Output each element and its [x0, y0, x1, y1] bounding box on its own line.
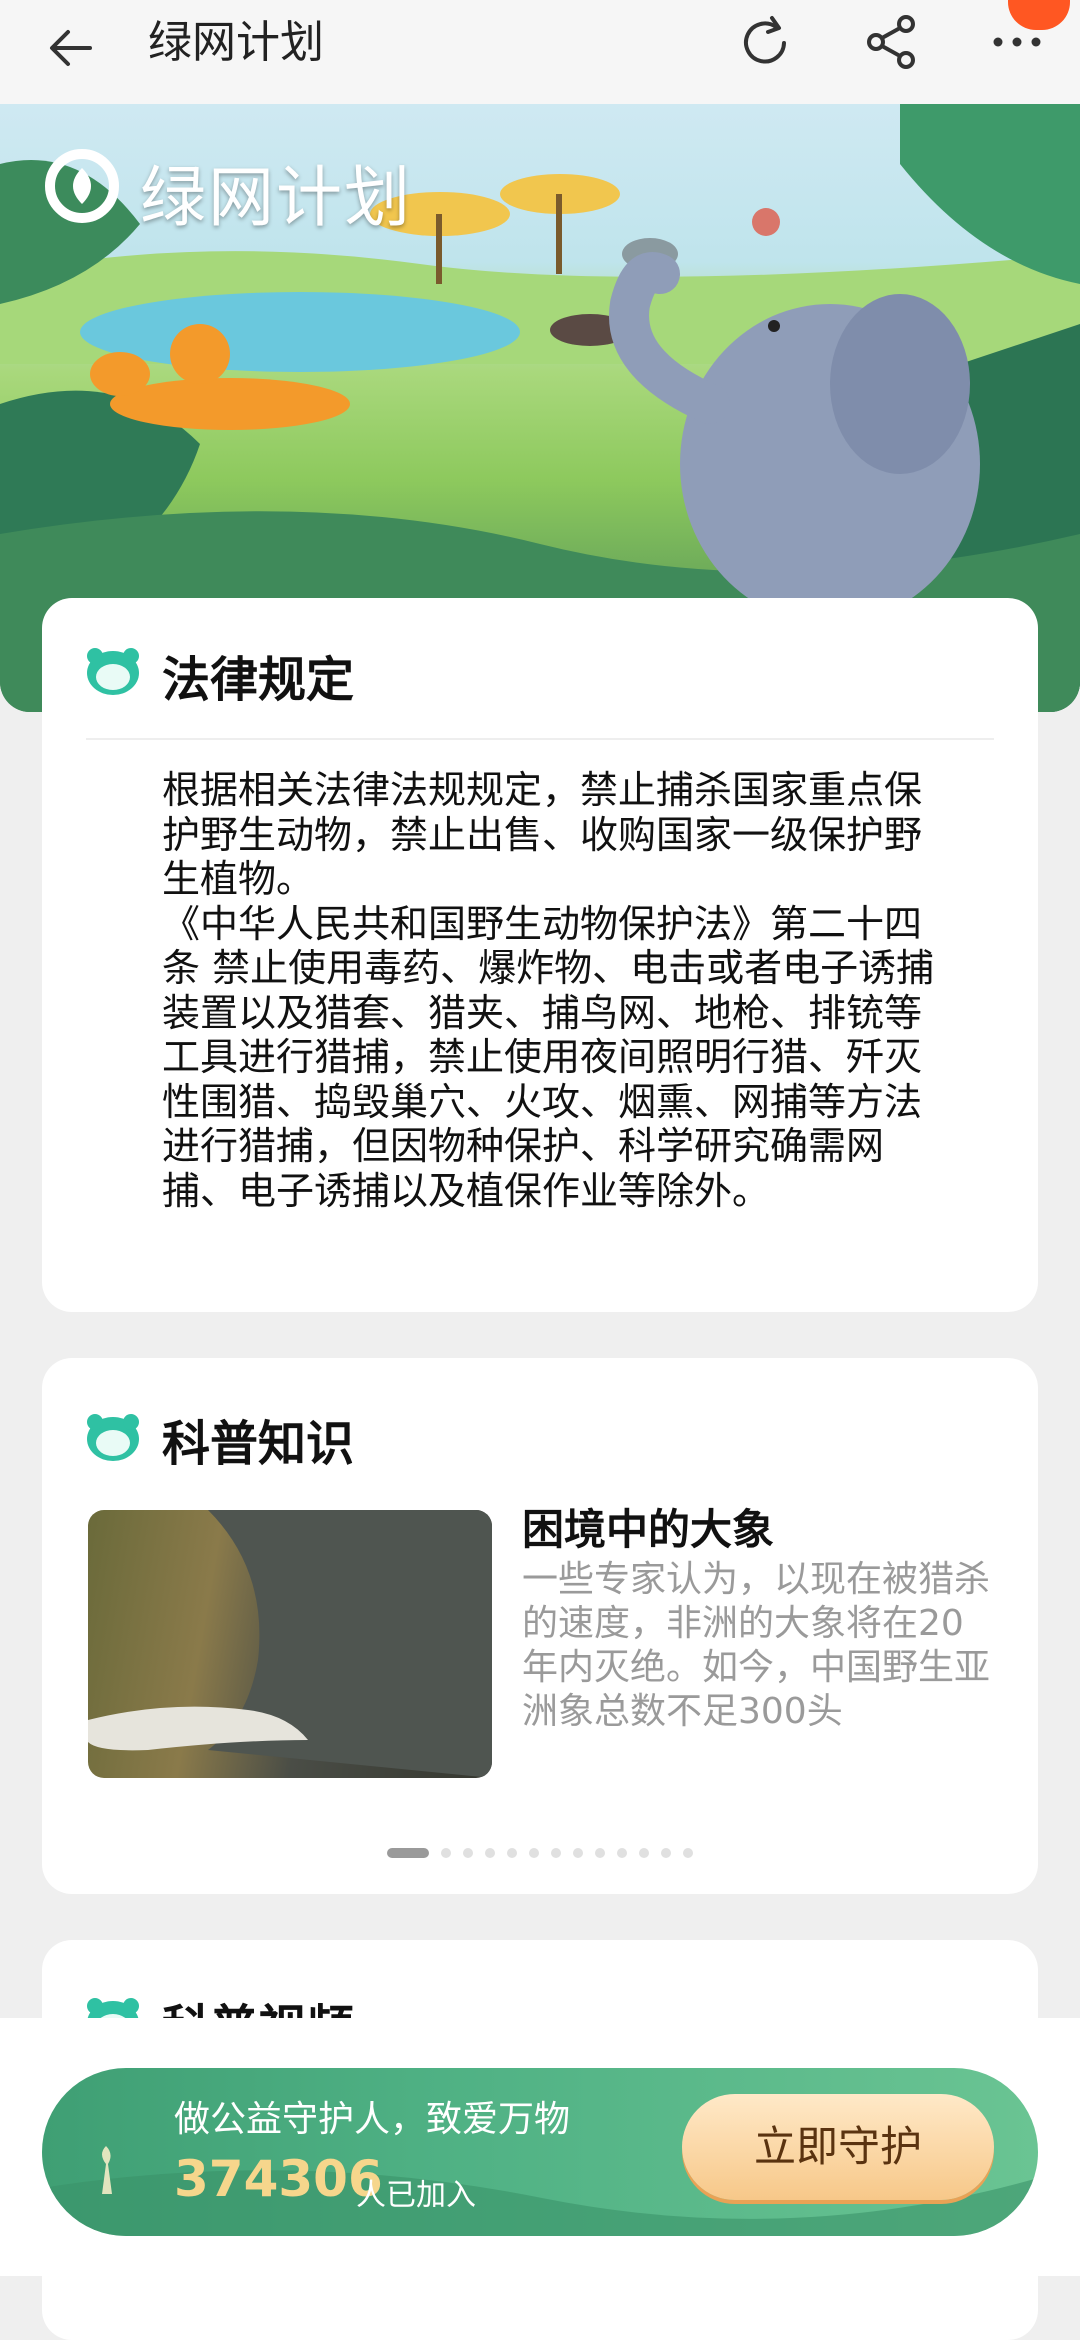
carousel-dot[interactable] [683, 1847, 693, 1858]
science-item-description: 一些专家认为，以现在被猎杀的速度，非洲的大象将在20年内灭绝。如今，中国野生亚洲… [522, 1559, 991, 1732]
panda-section-icon [87, 648, 139, 695]
science-item-title[interactable]: 困境中的大象 [522, 1496, 774, 1557]
carousel-dot[interactable] [441, 1847, 451, 1858]
refresh-icon[interactable] [732, 10, 798, 76]
back-arrow-icon[interactable] [44, 20, 100, 76]
law-section-title: 法律规定 [162, 652, 355, 708]
join-banner: 做公益守护人，致爱万物 374306 人已加入 立即守护 [42, 2068, 1038, 2236]
panda-section-icon [87, 1414, 139, 1461]
share-icon[interactable] [862, 12, 922, 72]
carousel-dot[interactable] [387, 1847, 429, 1858]
carousel-dot[interactable] [573, 1847, 583, 1858]
elephant-tusk-image [88, 1510, 492, 1778]
carousel-dot[interactable] [639, 1847, 649, 1858]
science-card: 科普知识 困境中的大象 一些专家认为，以现在被猎杀的速度，非洲的大象将在20年内… [42, 1358, 1038, 1894]
participant-count-suffix: 人已加入 [356, 2178, 476, 2213]
participant-count: 374306 [174, 2150, 383, 2208]
elephant-photo[interactable] [88, 1510, 492, 1778]
top-bar: 绿网计划 [0, 0, 1080, 104]
science-section-title: 科普知识 [162, 1416, 355, 1472]
carousel-dot[interactable] [463, 1847, 473, 1858]
carousel-indicator [42, 1842, 1038, 1858]
divider [86, 738, 994, 740]
law-body-text: 根据相关法律法规规定，禁止捕杀国家重点保护野生动物，禁止出售、收购国家一级保护野… [162, 768, 935, 1213]
carousel-dot[interactable] [529, 1847, 539, 1858]
carousel-dot[interactable] [595, 1847, 605, 1858]
carousel-dot[interactable] [551, 1847, 561, 1858]
green-net-logo-icon [45, 149, 119, 223]
protect-now-button[interactable]: 立即守护 [682, 2094, 994, 2200]
carousel-dot[interactable] [617, 1847, 627, 1858]
law-card: 法律规定 根据相关法律法规规定，禁止捕杀国家重点保护野生动物，禁止出售、收购国家… [42, 598, 1038, 1312]
carousel-dot[interactable] [507, 1847, 517, 1858]
page-title: 绿网计划 [148, 17, 324, 68]
cta-slogan: 做公益守护人，致爱万物 [174, 2099, 571, 2140]
banner-logo-text: 绿网计划 [140, 159, 412, 236]
carousel-dot[interactable] [485, 1847, 495, 1858]
carousel-dot[interactable] [661, 1847, 671, 1858]
bottom-bar: 做公益守护人，致爱万物 374306 人已加入 立即守护 [0, 2018, 1080, 2276]
